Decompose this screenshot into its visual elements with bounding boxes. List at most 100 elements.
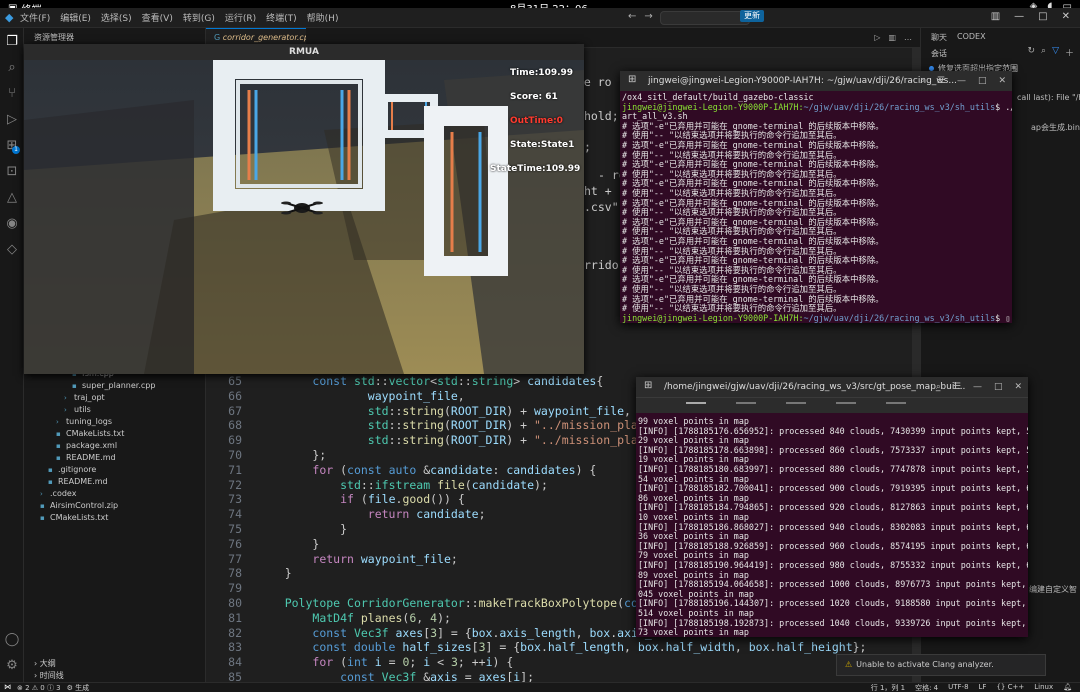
chat-message-fragment: ap会生成.bin文件... bbox=[1031, 123, 1080, 132]
tree-file[interactable]: ▪ package.xml bbox=[56, 441, 117, 450]
code-line: 85 const Vec3f &axis = axes[i]; bbox=[206, 670, 920, 682]
file-icon: ▪ bbox=[40, 502, 45, 510]
menu-icon[interactable]: ☰ bbox=[937, 71, 945, 91]
back-arrow-icon[interactable]: ← bbox=[628, 11, 636, 22]
tree-file[interactable]: ▪ .gitignore bbox=[48, 465, 96, 474]
run-icon[interactable]: ▷ bbox=[874, 33, 880, 42]
search-icon[interactable]: ⌕ bbox=[1041, 46, 1046, 59]
timeline-section[interactable]: › 时间线 bbox=[34, 670, 64, 681]
tree-file[interactable]: ▪ README.md bbox=[56, 453, 116, 462]
menu-item[interactable]: 编辑(E) bbox=[60, 11, 91, 24]
line-number: 75 bbox=[228, 522, 242, 536]
line-number: 82 bbox=[228, 625, 242, 640]
vscode-title-bar: ◆ 文件(F) 编辑(E) 选择(S) 查看(V) 转到(G) 运行(R) 终端(T) 帮助(… bbox=[0, 8, 1080, 28]
sim-viewport[interactable]: Time:109.99 Score: 61 OutTime:0 State:St… bbox=[24, 60, 584, 374]
minimize-icon[interactable]: — bbox=[1014, 11, 1024, 22]
cmake-icon[interactable]: △ bbox=[4, 190, 20, 206]
outline-section[interactable]: › 大纲 bbox=[34, 658, 56, 669]
close-icon[interactable]: ✕ bbox=[1014, 377, 1022, 397]
chat-tab[interactable]: 聊天 bbox=[931, 32, 947, 43]
notifications-bell-icon[interactable]: 🔔︎ bbox=[1063, 683, 1072, 692]
menu-item[interactable]: 运行(R) bbox=[225, 11, 256, 24]
codex-tab[interactable]: CODEX bbox=[957, 32, 986, 41]
tree-item-label: utils bbox=[74, 405, 91, 414]
search-icon[interactable]: ⌕ bbox=[920, 71, 925, 91]
tree-folder[interactable]: › utils bbox=[64, 405, 91, 414]
language-mode[interactable]: {} C++ bbox=[996, 683, 1024, 692]
tree-file[interactable]: ▪ AirsimControl.zip bbox=[40, 501, 118, 510]
minimize-icon[interactable]: — bbox=[973, 377, 982, 397]
editor-actions: ▷ ▥ … bbox=[874, 33, 912, 42]
python-icon[interactable]: ◉ bbox=[4, 216, 20, 232]
new-tab-icon[interactable]: ⊞ bbox=[644, 380, 652, 391]
tree-folder[interactable]: › tuning_logs bbox=[56, 417, 112, 426]
settings-gear-icon[interactable]: ⚙ bbox=[4, 658, 20, 674]
refresh-icon[interactable]: ↻ bbox=[1027, 46, 1035, 59]
terminal-window-map-builder[interactable]: /home/jingwei/gjw/uav/dji/26/racing_ws_v… bbox=[636, 377, 1028, 637]
search-icon[interactable]: ⌕ bbox=[936, 377, 941, 397]
layout-icon[interactable]: ▥ bbox=[991, 11, 1000, 22]
account-icon[interactable]: ◯ bbox=[4, 632, 20, 648]
remote-indicator-icon[interactable]: ⋈ bbox=[4, 683, 11, 692]
minimize-icon[interactable]: — bbox=[957, 71, 966, 91]
run-debug-icon[interactable]: ▷ bbox=[4, 112, 20, 128]
tree-folder[interactable]: › .codex bbox=[40, 489, 76, 498]
rmua-sim-window[interactable]: RMUA Time:109.99 Score: 61 OutTime:0 Sta… bbox=[24, 44, 584, 374]
tree-file[interactable]: ▪ super_planner.cpp bbox=[72, 381, 155, 390]
menu-item[interactable]: 选择(S) bbox=[101, 11, 132, 24]
update-button[interactable]: 更新 bbox=[740, 10, 764, 22]
clang-notification[interactable]: ⚠ Unable to activate Clang analyzer. bbox=[836, 654, 1046, 676]
line-number: 66 bbox=[228, 388, 242, 403]
new-tab-icon[interactable]: ⊞ bbox=[628, 74, 636, 85]
line-number: 85 bbox=[228, 670, 242, 682]
source-control-icon[interactable]: ⑂ bbox=[4, 86, 20, 102]
chat-icon[interactable]: ◇ bbox=[4, 242, 20, 258]
tree-file[interactable]: ▪ CMakeLists.txt bbox=[40, 513, 108, 522]
cpp-file-icon: G bbox=[214, 33, 223, 42]
filter-icon[interactable]: ▽ bbox=[1052, 46, 1059, 59]
close-icon[interactable]: ✕ bbox=[1062, 11, 1070, 22]
file-icon: ▪ bbox=[48, 478, 53, 486]
line-number: 68 bbox=[228, 418, 242, 433]
cursor-position[interactable]: 行 1，列 1 bbox=[871, 683, 905, 692]
end-of-line[interactable]: LF bbox=[979, 683, 987, 692]
remote-explorer-icon[interactable]: ⊡ bbox=[4, 164, 20, 180]
search-icon[interactable]: ⌕ bbox=[4, 60, 20, 76]
maximize-icon[interactable]: □ bbox=[994, 377, 1003, 397]
forward-arrow-icon[interactable]: → bbox=[644, 11, 652, 22]
encoding[interactable]: UTF-8 bbox=[948, 683, 968, 692]
platform[interactable]: Linux bbox=[1034, 683, 1053, 692]
command-center-search[interactable] bbox=[660, 11, 750, 25]
menu-item[interactable]: 文件(F) bbox=[20, 11, 50, 24]
menu-item[interactable]: 转到(G) bbox=[183, 11, 215, 24]
menu-item[interactable]: 终端(T) bbox=[266, 11, 297, 24]
add-icon[interactable]: ＋ bbox=[1065, 46, 1074, 59]
problems-indicator[interactable]: ⊗ 2 ⚠ 0 ⓘ 3 bbox=[17, 683, 61, 692]
line-number: 69 bbox=[228, 433, 242, 448]
tree-item-label: tuning_logs bbox=[66, 417, 113, 426]
maximize-icon[interactable]: □ bbox=[978, 71, 987, 91]
file-icon: ▪ bbox=[40, 514, 45, 522]
line-number: 67 bbox=[228, 403, 242, 418]
split-editor-icon[interactable]: ▥ bbox=[888, 33, 896, 42]
menu-item[interactable]: 查看(V) bbox=[142, 11, 173, 24]
terminal-controls: ⌕ ☰ — □ ✕ bbox=[936, 377, 1022, 397]
maximize-icon[interactable]: □ bbox=[1038, 11, 1047, 22]
indentation[interactable]: 空格: 4 bbox=[915, 683, 938, 692]
explorer-icon[interactable]: ❐ bbox=[4, 34, 20, 50]
close-icon[interactable]: ✕ bbox=[998, 71, 1006, 91]
terminal-window-launch[interactable]: jingwei@jingwei-Legion-Y9000P-IAH7H: ~/g… bbox=[620, 71, 1012, 323]
menu-icon[interactable]: ☰ bbox=[953, 377, 961, 397]
terminal-line: jingwei@jingwei-Legion-Y9000P-IAH7H:~/gj… bbox=[622, 312, 1011, 323]
menu-item[interactable]: 帮助(H) bbox=[307, 11, 339, 24]
tree-folder[interactable]: › traj_opt bbox=[64, 393, 105, 402]
tree-item-label: README.md bbox=[66, 453, 116, 462]
nav-arrows: ← → bbox=[628, 11, 653, 22]
tree-file[interactable]: ▪ README.md bbox=[48, 477, 108, 486]
build-button[interactable]: ⚙ 生成 bbox=[67, 683, 90, 692]
sim-window-title[interactable]: RMUA bbox=[24, 44, 584, 60]
file-icon: ▪ bbox=[56, 430, 61, 438]
tree-file[interactable]: ▪ CMakeLists.txt bbox=[56, 429, 124, 438]
more-actions-icon[interactable]: … bbox=[904, 33, 912, 42]
tree-item-label: .codex bbox=[50, 489, 77, 498]
